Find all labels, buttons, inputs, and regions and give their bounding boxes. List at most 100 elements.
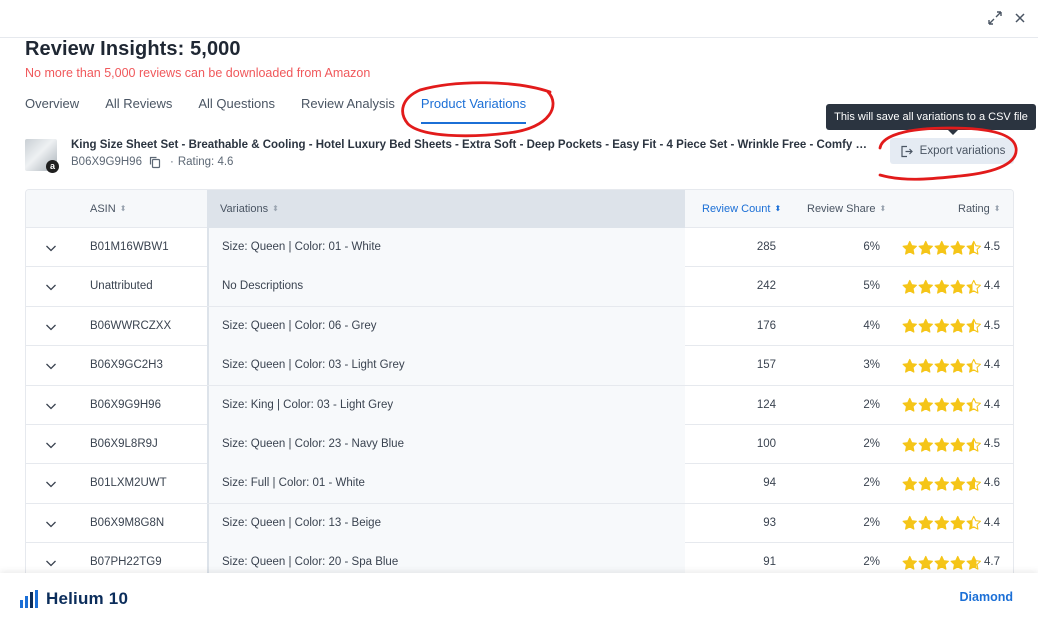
close-icon[interactable]: [1011, 9, 1029, 27]
row-review-count: 94: [763, 477, 776, 490]
row-rating-stars: [902, 307, 982, 346]
star-icon: [950, 279, 965, 294]
table-row[interactable]: Unattributed No Descriptions 242 5% 4.4: [26, 267, 1013, 307]
row-rating-value: 4.5: [984, 241, 1000, 253]
star-icon: [902, 516, 917, 530]
table-row[interactable]: B06X9GC2H3 Size: Queen | Color: 03 - Ligh…: [26, 346, 1013, 386]
star-icon: [966, 240, 981, 255]
expand-icon[interactable]: [986, 9, 1004, 27]
expand-row-chevron-icon[interactable]: [44, 543, 60, 573]
star-icon: [934, 279, 949, 294]
row-review-count: 93: [763, 516, 776, 529]
star-icon: [950, 516, 965, 530]
star-icon: [934, 358, 949, 373]
tab-overview[interactable]: Overview: [25, 96, 79, 124]
row-rating-value: 4.5: [984, 438, 1000, 450]
variations-table: ASIN ⬍ Variations ⬍ Review Count ⬍ Review S…: [25, 189, 1014, 573]
row-variation: Size: Queen | Color: 01 - White: [207, 228, 685, 267]
row-review-share: 5%: [863, 280, 880, 293]
tab-review-analysis[interactable]: Review Analysis: [301, 96, 395, 124]
row-review-count: 157: [756, 359, 776, 372]
star-icon: [902, 279, 917, 294]
expand-row-chevron-icon[interactable]: [44, 267, 60, 306]
star-icon: [902, 437, 917, 452]
table-row[interactable]: B06X9G9H96 Size: King | Color: 03 - Light…: [26, 385, 1013, 425]
table-row[interactable]: B01M16WBW1 Size: Queen | Color: 01 - Whit…: [26, 228, 1013, 268]
row-asin: B06X9L8R9J: [90, 438, 158, 450]
column-header-variations[interactable]: Variations ⬍: [207, 190, 685, 228]
tab-all-questions[interactable]: All Questions: [198, 96, 275, 124]
star-icon: [966, 555, 981, 570]
sort-icon: ⬍: [272, 204, 279, 213]
row-rating-stars: [902, 464, 982, 503]
tab-all-reviews[interactable]: All Reviews: [105, 96, 172, 124]
row-rating-value: 4.6: [984, 477, 1000, 490]
table-row[interactable]: B06WWRCZXX Size: Queen | Color: 06 - Grey…: [26, 306, 1013, 347]
export-variations-button[interactable]: Export variations: [890, 138, 1014, 164]
row-variation: Size: Queen | Color: 03 - Light Grey: [207, 346, 685, 386]
product-title[interactable]: King Size Sheet Set - Breathable & Cooli…: [71, 139, 871, 151]
star-icon: [902, 397, 917, 412]
expand-row-chevron-icon[interactable]: [44, 464, 60, 503]
column-header-review-count[interactable]: Review Count ⬍: [702, 190, 781, 228]
star-icon: [966, 476, 981, 491]
star-icon: [934, 476, 949, 491]
expand-row-chevron-icon[interactable]: [44, 425, 60, 464]
column-header-rating[interactable]: Rating ⬍: [958, 190, 1001, 228]
row-rating-stars: [902, 346, 982, 385]
product-thumbnail: a: [25, 139, 59, 173]
row-review-share: 2%: [863, 398, 880, 411]
row-rating-stars: [902, 267, 982, 306]
row-review-share: 4%: [863, 319, 880, 332]
row-variation: Size: King | Color: 03 - Light Grey: [207, 385, 685, 425]
row-variation: Size: Queen | Color: 06 - Grey: [207, 306, 685, 346]
row-review-count: 285: [756, 241, 776, 253]
star-icon: [918, 437, 933, 452]
column-header-review-share[interactable]: Review Share ⬍: [807, 190, 886, 228]
expand-row-chevron-icon[interactable]: [44, 386, 60, 425]
star-icon: [950, 476, 965, 491]
row-rating-value: 4.4: [984, 359, 1000, 372]
sort-icon: ⬍: [879, 204, 887, 213]
star-icon: [934, 240, 949, 255]
star-icon: [918, 319, 933, 333]
row-review-share: 6%: [863, 241, 880, 253]
star-icon: [918, 555, 933, 570]
expand-row-chevron-icon[interactable]: [44, 228, 60, 267]
tab-product-variations[interactable]: Product Variations: [420, 96, 527, 124]
table-row[interactable]: B01LXM2UWT Size: Full | Color: 01 - White…: [26, 464, 1013, 504]
copy-icon[interactable]: [148, 155, 162, 169]
star-icon: [902, 476, 917, 491]
expand-row-chevron-icon[interactable]: [44, 346, 60, 385]
column-header-asin[interactable]: ASIN ⬍: [90, 190, 126, 228]
row-review-count: 242: [756, 280, 776, 293]
product-asin: B06X9G9H96: [71, 156, 142, 168]
star-icon: [966, 279, 981, 294]
expand-row-chevron-icon[interactable]: [44, 307, 60, 346]
row-asin: B06WWRCZXX: [90, 319, 172, 332]
row-asin: B01M16WBW1: [90, 241, 169, 253]
star-icon: [918, 476, 933, 491]
table-header: ASIN ⬍ Variations ⬍ Review Count ⬍ Review S…: [26, 190, 1013, 228]
brand-name: Helium 10: [46, 589, 129, 608]
row-asin: B06X9M8G8N: [90, 516, 165, 529]
expand-row-chevron-icon[interactable]: [44, 504, 60, 543]
download-limit-warning: No more than 5,000 reviews can be downlo…: [25, 66, 371, 80]
row-review-share: 2%: [863, 556, 880, 569]
star-icon: [902, 319, 917, 333]
star-icon: [934, 516, 949, 530]
star-icon: [950, 437, 965, 452]
plan-badge[interactable]: Diamond: [960, 590, 1013, 604]
sort-desc-icon: ⬍: [774, 204, 782, 213]
table-row[interactable]: B06X9M8G8N Size: Queen | Color: 13 - Beig…: [26, 503, 1013, 544]
row-rating-stars: [902, 504, 982, 543]
star-icon: [918, 279, 933, 294]
row-review-count: 124: [756, 398, 776, 411]
star-icon: [950, 397, 965, 412]
table-row[interactable]: B07PH22TG9 Size: Queen | Color: 20 - Spa …: [26, 543, 1013, 573]
star-icon: [966, 358, 981, 373]
table-row[interactable]: B06X9L8R9J Size: Queen | Color: 23 - Navy…: [26, 425, 1013, 465]
star-icon: [950, 358, 965, 373]
star-icon: [918, 358, 933, 373]
helium10-logo[interactable]: Helium 10: [20, 589, 128, 609]
